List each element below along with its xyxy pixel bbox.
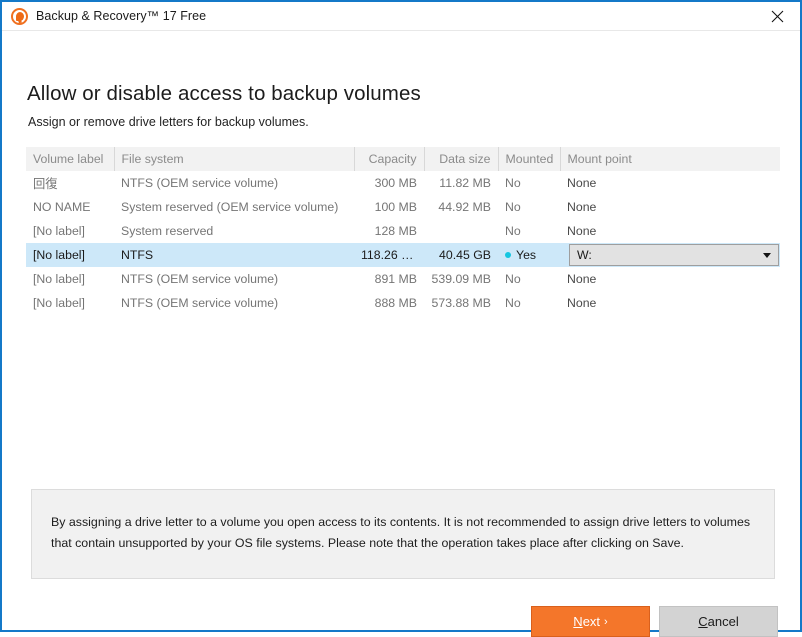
cell-mounted-label: Yes [516,248,537,262]
cell-data-size: 40.45 GB [424,243,498,267]
table-row[interactable]: [No label] NTFS (OEM service volume) 891… [26,267,780,291]
cell-capacity: 118.26 GB [354,243,424,267]
cell-volume-label: NO NAME [33,200,91,214]
column-header-data-size[interactable]: Data size [424,147,499,171]
page-title: Allow or disable access to backup volume… [27,82,421,105]
mounted-status-dot-icon [505,252,511,258]
cell-capacity: 891 MB [374,272,417,286]
cell-file-system: NTFS [114,243,354,267]
dialog-content: Allow or disable access to backup volume… [2,31,800,637]
page-subtitle: Assign or remove drive letters for backu… [28,115,309,129]
next-button-chevron-icon: › [604,615,608,628]
column-header-file-system[interactable]: File system [114,147,355,171]
mount-point-dropdown[interactable]: W: [569,244,779,266]
cell-volume-label: 回復 [33,177,58,191]
column-header-volume-label[interactable]: Volume label [26,147,115,171]
cell-file-system: System reserved (OEM service volume) [121,200,339,214]
next-button-label: ext [582,614,601,629]
table-body: 回復 NTFS (OEM service volume) 300 MB 11.8… [26,171,780,315]
next-button[interactable]: Next › [531,606,650,637]
cell-capacity: 300 MB [374,176,417,190]
cell-data-size: 573.88 MB [431,296,491,310]
cell-file-system: System reserved [121,224,214,238]
application-window: Backup & Recovery™ 17 Free Allow or disa… [0,0,802,637]
table-row[interactable]: NO NAME System reserved (OEM service vol… [26,195,780,219]
cell-mount-point: None [567,200,597,214]
cancel-button-label: ancel [707,614,739,629]
table-row[interactable]: [No label] NTFS (OEM service volume) 888… [26,291,780,315]
close-button[interactable] [755,2,800,30]
cell-mount-point: None [567,224,597,238]
cell-mounted: No [505,224,521,238]
cell-mount-point: None [567,272,597,286]
close-icon [771,10,784,22]
cell-file-system: NTFS (OEM service volume) [121,296,279,310]
cell-data-size: 44.92 MB [438,200,491,214]
cell-capacity: 888 MB [374,296,417,310]
volumes-table-container: Volume label File system Capacity Data s… [26,147,780,315]
cancel-button[interactable]: Cancel [659,606,778,637]
cell-capacity: 128 MB [374,224,417,238]
cell-capacity: 100 MB [374,200,417,214]
cell-mounted: No [505,296,521,310]
cell-data-size [424,219,498,243]
table-row[interactable]: [No label] System reserved 128 MB No Non… [26,219,780,243]
cell-file-system: NTFS (OEM service volume) [121,272,279,286]
info-panel-text: By assigning a drive letter to a volume … [51,515,751,550]
mount-point-dropdown-value: W: [577,248,592,262]
cell-mounted: No [505,176,521,190]
column-header-mounted[interactable]: Mounted [498,147,561,171]
info-panel: By assigning a drive letter to a volume … [31,489,775,579]
cell-mounted: Yes [498,243,560,267]
cell-data-size: 539.09 MB [431,272,491,286]
cell-volume-label: [No label] [33,272,85,286]
cancel-button-accelerator: C [698,614,708,629]
app-logo-icon [11,7,28,25]
cell-data-size: 11.82 MB [439,176,491,190]
cell-volume-label: [No label] [26,243,114,267]
column-header-mount-point[interactable]: Mount point [560,147,780,171]
title-bar: Backup & Recovery™ 17 Free [2,2,800,31]
cell-file-system: NTFS (OEM service volume) [121,176,279,190]
window-title: Backup & Recovery™ 17 Free [36,9,207,23]
table-row[interactable]: 回復 NTFS (OEM service volume) 300 MB 11.8… [26,171,780,195]
next-button-accelerator: N [573,614,583,629]
cell-volume-label: [No label] [33,224,85,238]
volumes-table: Volume label File system Capacity Data s… [26,147,780,315]
chevron-down-icon [756,253,778,258]
cell-mounted: No [505,200,521,214]
column-header-capacity[interactable]: Capacity [354,147,425,171]
cell-volume-label: [No label] [33,296,85,310]
cell-mount-point: None [567,296,597,310]
table-header: Volume label File system Capacity Data s… [26,147,780,171]
cell-mounted: No [505,272,521,286]
table-header-row: Volume label File system Capacity Data s… [26,147,780,171]
cell-mount-point: None [567,176,597,190]
